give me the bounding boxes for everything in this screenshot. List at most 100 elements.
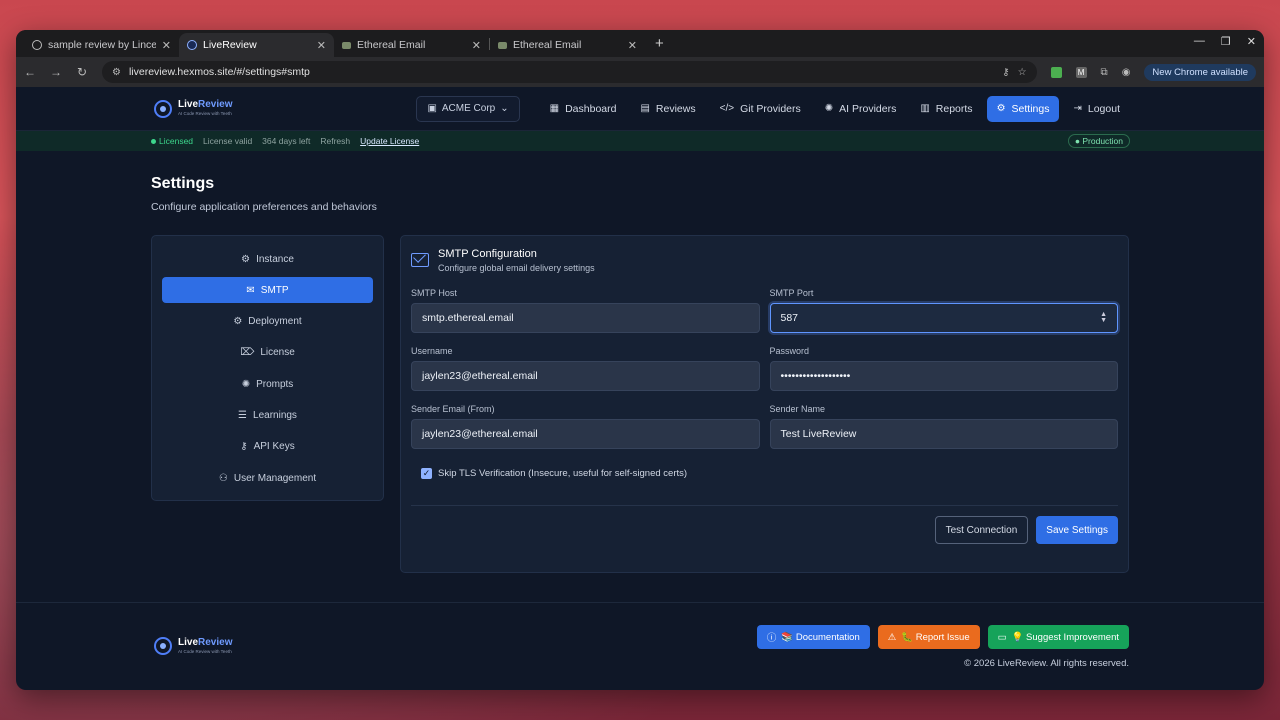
sidebar-item-license[interactable]: ⌦ License — [162, 340, 373, 366]
brand-tagline: AI Code Review with Teeth — [178, 648, 232, 654]
nav-label: Git Providers — [740, 102, 801, 115]
save-settings-button[interactable]: Save Settings — [1036, 516, 1118, 544]
smtp-host-label: SMTP Host — [411, 288, 457, 298]
brand-name: Live — [178, 636, 199, 648]
close-tab-icon[interactable]: ✕ — [317, 39, 326, 52]
bulb-icon: ✺ — [241, 378, 251, 390]
new-tab-icon[interactable]: + — [645, 35, 674, 52]
warning-icon: ⚠ — [887, 631, 897, 643]
close-tab-icon[interactable]: ✕ — [162, 39, 171, 52]
extension-m-icon[interactable]: M — [1075, 66, 1087, 78]
gear-icon: ⚙ — [241, 253, 251, 265]
sidebar-item-label: Deployment — [248, 316, 302, 328]
smtp-port-value: 587 — [780, 312, 799, 324]
page-subtitle: Configure application preferences and be… — [151, 201, 377, 213]
nav-dashboard[interactable]: ▦ Dashboard — [540, 96, 627, 122]
nav-git-providers[interactable]: </> Git Providers — [710, 96, 811, 122]
ethereal-favicon-icon — [498, 41, 507, 49]
dashboard-icon: ▦ — [549, 103, 560, 114]
back-icon[interactable]: ← — [24, 65, 36, 79]
bulb-icon: ✺ — [824, 103, 834, 114]
gear-icon: ⚙ — [996, 103, 1006, 114]
brand-name-accent: Review — [198, 636, 233, 648]
license-refresh[interactable]: Refresh — [320, 136, 350, 146]
nav-reviews[interactable]: ▤ Reviews — [630, 96, 705, 122]
browser-tab-1[interactable]: sample review by Linced ✕ — [24, 33, 179, 57]
sender-name-input[interactable]: Test LiveReview — [769, 419, 1118, 449]
chevron-down-icon: ⌄ — [500, 103, 509, 114]
smtp-port-label: SMTP Port — [769, 288, 814, 298]
nav-label: Logout — [1087, 102, 1120, 115]
sidebar-item-user-management[interactable]: ⚇ User Management — [162, 465, 373, 491]
nav-logout[interactable]: ⇥ Logout — [1063, 96, 1130, 122]
update-license-link[interactable]: Update License — [360, 136, 419, 146]
sidebar-item-instance[interactable]: ⚙ Instance — [162, 246, 373, 272]
github-icon — [32, 40, 42, 50]
restore-icon[interactable]: ❐ — [1221, 35, 1231, 48]
license-status: Licensed — [151, 136, 193, 146]
reload-icon[interactable]: ↻ — [76, 65, 88, 79]
close-tab-icon[interactable]: ✕ — [472, 39, 481, 52]
username-input[interactable]: jaylen23@ethereal.email — [411, 361, 760, 391]
sidebar-item-label: Prompts — [256, 378, 294, 390]
tag-icon: ⌦ — [240, 347, 255, 359]
spinner-icon[interactable]: ▲ ▼ — [1100, 311, 1107, 324]
license-days: 364 days left — [262, 136, 311, 146]
close-tab-icon[interactable]: ✕ — [628, 39, 637, 52]
nav-reports[interactable]: ▥ Reports — [910, 96, 982, 122]
report-issue-button[interactable]: ⚠ 🐛 Report Issue — [877, 625, 980, 649]
profile-icon[interactable]: ◉ — [1122, 67, 1131, 78]
nav-settings[interactable]: ⚙ Settings — [986, 95, 1060, 122]
app-logo[interactable]: LiveReview AI Code Review with Teeth — [154, 99, 232, 118]
divider — [411, 505, 1118, 506]
sidebar-item-smtp[interactable]: ✉ SMTP — [162, 277, 373, 304]
documentation-label: 📚 Documentation — [781, 631, 860, 643]
close-window-icon[interactable]: ✕ — [1247, 35, 1256, 48]
sidebar-item-deployment[interactable]: ⚙ Deployment — [162, 309, 373, 335]
ethereal-favicon-icon — [342, 41, 351, 49]
smtp-port-input[interactable]: 587 ▲ ▼ — [769, 303, 1118, 333]
suggest-improvement-button[interactable]: ▭ 💡 Suggest Improvement — [987, 625, 1129, 649]
sender-email-input[interactable]: jaylen23@ethereal.email — [411, 419, 760, 449]
nav-label: Reviews — [655, 102, 696, 115]
logout-icon: ⇥ — [1073, 103, 1082, 114]
environment-text: Production — [1082, 136, 1123, 146]
extension-icon[interactable] — [1050, 66, 1062, 78]
brand-name: Live — [178, 99, 199, 111]
sidebar-item-prompts[interactable]: ✺ Prompts — [162, 371, 373, 397]
minimize-icon[interactable]: — — [1194, 35, 1205, 48]
url-text: livereview.hexmos.site/#/settings#smtp — [128, 66, 310, 78]
password-input[interactable]: ••••••••••••••••••• — [769, 361, 1118, 391]
star-icon[interactable]: ☆ — [1018, 67, 1027, 78]
building-icon: ▣ — [427, 103, 437, 114]
address-bar[interactable]: ⚙ livereview.hexmos.site/#/settings#smtp… — [102, 61, 1037, 83]
skip-tls-checkbox[interactable]: ✓ — [421, 468, 432, 479]
window-controls: — ❐ ✕ — [1194, 35, 1256, 48]
update-badge[interactable]: New Chrome available — [1144, 63, 1256, 81]
org-selector[interactable]: ▣ ACME Corp ⌄ — [416, 95, 520, 122]
smtp-host-input[interactable]: smtp.ethereal.email — [411, 303, 760, 333]
nav-label: Dashboard — [565, 102, 617, 115]
site-info-icon[interactable]: ⚙ — [112, 67, 121, 78]
key-icon[interactable]: ⚷ — [1002, 67, 1009, 78]
logo-icon — [154, 99, 172, 118]
sender-email-label: Sender Email (From) — [411, 404, 495, 414]
nav-label: AI Providers — [839, 102, 897, 115]
tab-title: Ethereal Email — [513, 39, 582, 51]
puzzle-icon[interactable]: ⧉ — [1101, 67, 1108, 78]
forward-icon[interactable]: → — [50, 65, 62, 79]
sidebar-item-api-keys[interactable]: ⚷ API Keys — [162, 434, 373, 460]
sidebar-item-learnings[interactable]: ☰ Learnings — [162, 402, 373, 428]
browser-tab-3[interactable]: Ethereal Email ✕ — [334, 33, 489, 57]
nav-ai-providers[interactable]: ✺ AI Providers — [815, 96, 907, 122]
documentation-button[interactable]: ⓘ 📚 Documentation — [756, 625, 870, 649]
browser-tab-2[interactable]: LiveReview ✕ — [179, 33, 334, 57]
users-icon: ⚇ — [218, 472, 228, 484]
skip-tls-label[interactable]: Skip TLS Verification (Insecure, useful … — [438, 468, 687, 479]
mail-icon: ✉ — [246, 284, 255, 296]
list-icon: ☰ — [238, 409, 248, 421]
test-connection-button[interactable]: Test Connection — [934, 516, 1029, 544]
browser-tab-4[interactable]: Ethereal Email ✕ — [490, 33, 645, 57]
panel-subtitle: Configure global email delivery settings — [438, 263, 595, 273]
footer-logo[interactable]: LiveReview AI Code Review with Teeth — [154, 637, 232, 655]
